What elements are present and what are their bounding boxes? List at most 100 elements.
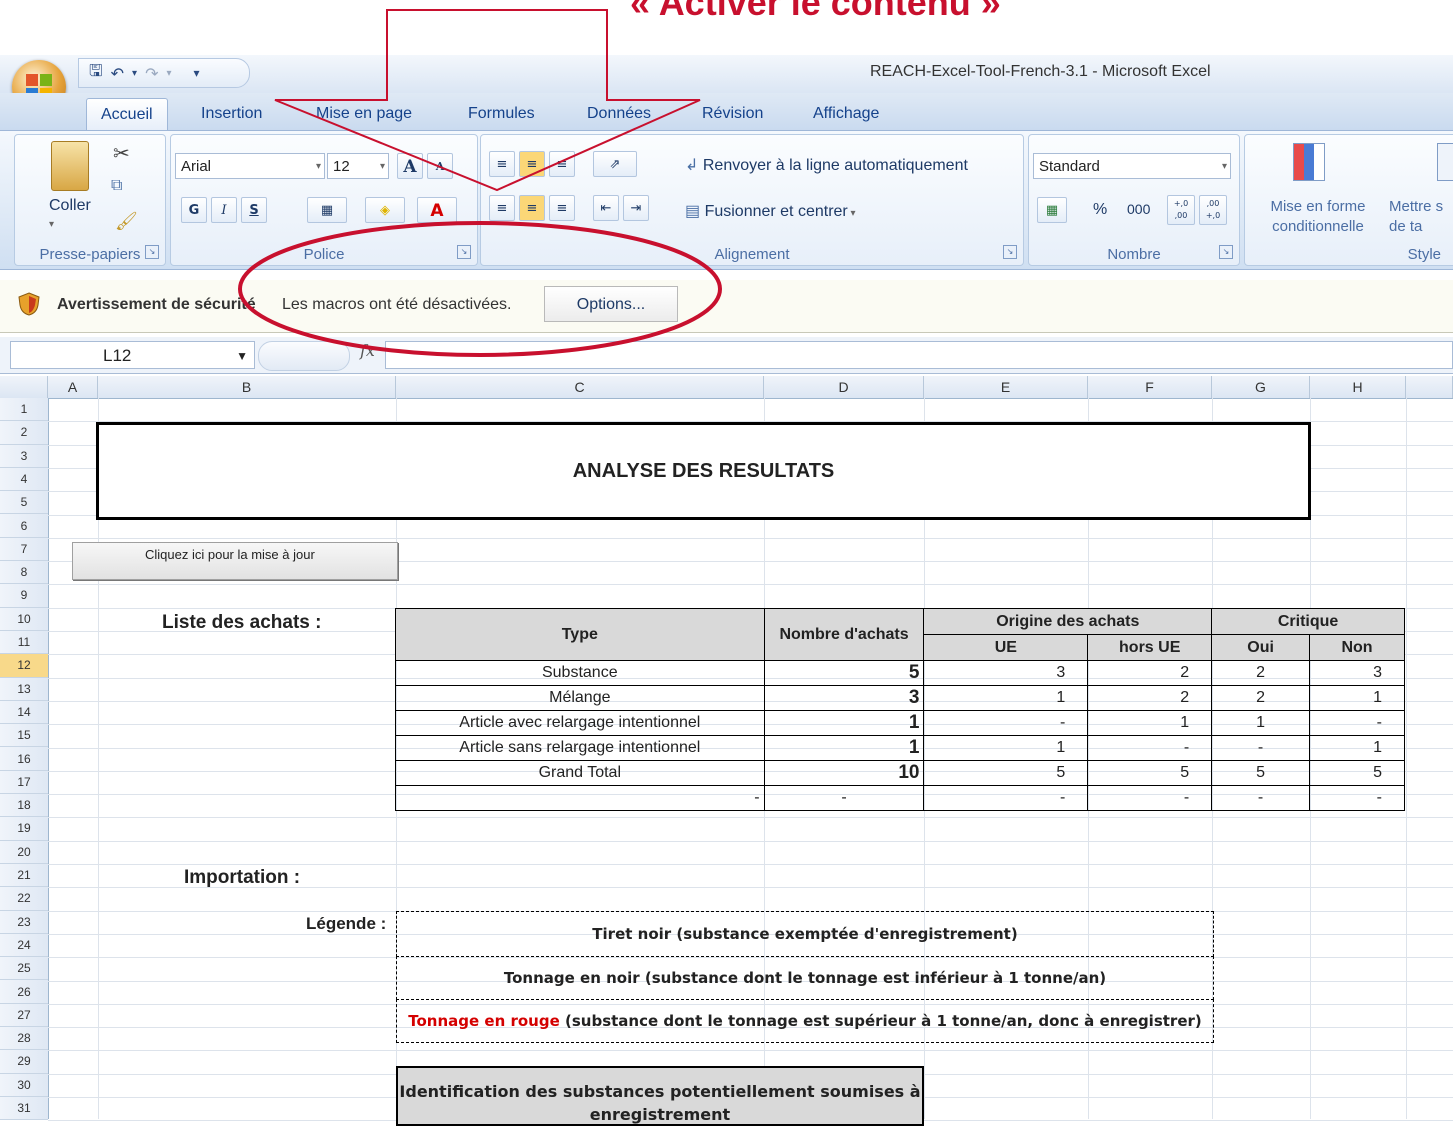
column-header-a[interactable]: A [48, 376, 98, 398]
align-center-icon[interactable]: ≡ [519, 195, 545, 221]
row-header-14[interactable]: 14 [0, 701, 48, 725]
paste-icon[interactable] [51, 141, 89, 191]
cell-count[interactable]: 1 [763, 710, 925, 736]
cell-type[interactable]: Mélange [395, 685, 765, 711]
alignment-launcher-icon[interactable]: ↘ [1003, 245, 1017, 259]
format-table-button[interactable]: Mettre s de ta [1389, 197, 1453, 237]
align-right-icon[interactable]: ≡ [549, 195, 575, 221]
row-header-11[interactable]: 11 [0, 631, 48, 655]
font-color-button[interactable]: A [417, 197, 457, 223]
cell-count[interactable]: 5 [763, 660, 925, 686]
cell-yes[interactable]: 2 [1211, 660, 1311, 686]
row-header-25[interactable]: 25 [0, 957, 48, 981]
cell-yes[interactable]: - [1211, 735, 1311, 761]
cell-non-eu[interactable]: 2 [1087, 660, 1213, 686]
chevron-down-icon[interactable]: ▾ [166, 68, 171, 79]
clipboard-launcher-icon[interactable]: ↘ [145, 245, 159, 259]
row-header-29[interactable]: 29 [0, 1050, 48, 1074]
cell-eu[interactable]: 1 [923, 735, 1089, 761]
orientation-icon[interactable]: ⇗ [593, 151, 637, 177]
row-header-5[interactable]: 5 [0, 491, 48, 515]
cell-no[interactable]: 1 [1309, 685, 1405, 711]
font-launcher-icon[interactable]: ↘ [457, 245, 471, 259]
conditional-format-icon[interactable] [1293, 143, 1325, 181]
font-name-select[interactable]: Arial ▾ [175, 153, 325, 179]
tab-mise-en-page[interactable]: Mise en page [302, 98, 426, 130]
select-all-corner[interactable] [0, 376, 48, 398]
redo-icon[interactable]: ↷ [145, 64, 158, 83]
thousands-button[interactable]: 000 [1127, 201, 1150, 217]
row-header-13[interactable]: 13 [0, 678, 48, 701]
cell-type[interactable]: Article avec relargage intentionnel [395, 710, 765, 736]
undo-icon[interactable]: ↶ [111, 64, 124, 83]
grow-font-button[interactable]: A [397, 153, 423, 179]
column-header-c[interactable]: C [396, 376, 764, 398]
column-header-g[interactable]: G [1212, 376, 1310, 398]
format-table-icon[interactable] [1437, 143, 1453, 181]
row-header-3[interactable]: 3 [0, 445, 48, 468]
align-top-icon[interactable]: ≡ [489, 151, 515, 177]
formula-bar-splitter[interactable] [258, 341, 350, 371]
cell-no[interactable]: - [1309, 785, 1405, 811]
row-header-27[interactable]: 27 [0, 1004, 48, 1028]
chevron-down-icon[interactable]: ▾ [49, 219, 54, 230]
font-size-select[interactable]: 12 ▾ [327, 153, 389, 179]
column-header-h[interactable]: H [1310, 376, 1406, 398]
paste-button[interactable]: Coller [49, 197, 91, 215]
row-header-2[interactable]: 2 [0, 421, 48, 445]
row-header-9[interactable]: 9 [0, 584, 48, 608]
cell-type[interactable]: Grand Total [395, 760, 765, 786]
row-header-4[interactable]: 4 [0, 468, 48, 492]
column-header-e[interactable]: E [924, 376, 1088, 398]
increase-indent-icon[interactable]: ⇥ [623, 195, 649, 221]
cell-non-eu[interactable]: - [1087, 735, 1213, 761]
cell-non-eu[interactable]: 1 [1087, 710, 1213, 736]
name-box[interactable]: L12 ▼ [10, 341, 255, 369]
percent-button[interactable]: % [1093, 201, 1107, 219]
decrease-decimal-button[interactable]: ,00 +,0 [1199, 195, 1227, 225]
insert-function-icon[interactable]: fx [360, 341, 375, 360]
row-header-17[interactable]: 17 [0, 771, 48, 795]
cut-icon[interactable]: ✂ [113, 141, 130, 165]
underline-button[interactable]: S [241, 197, 267, 223]
column-header-b[interactable]: B [98, 376, 396, 398]
row-header-7[interactable]: 7 [0, 538, 48, 562]
row-header-21[interactable]: 21 [0, 864, 48, 888]
currency-icon[interactable]: ▦ [1037, 197, 1067, 223]
cell-non-eu[interactable]: 5 [1087, 760, 1213, 786]
cell-yes[interactable]: 2 [1211, 685, 1311, 711]
cell-eu[interactable]: 5 [923, 760, 1089, 786]
row-header-8[interactable]: 8 [0, 561, 48, 585]
decrease-indent-icon[interactable]: ⇤ [593, 195, 619, 221]
cell-yes[interactable]: 1 [1211, 710, 1311, 736]
options-button[interactable]: Options... [544, 286, 678, 322]
row-header-16[interactable]: 16 [0, 748, 48, 771]
cell-count[interactable]: 10 [763, 760, 925, 786]
cell-no[interactable]: - [1309, 710, 1405, 736]
cell-yes[interactable]: - [1211, 785, 1311, 811]
update-button[interactable]: Cliquez ici pour la mise à jour [72, 542, 398, 580]
cell-non-eu[interactable]: 2 [1087, 685, 1213, 711]
cell-eu[interactable]: 3 [923, 660, 1089, 686]
cell-count[interactable]: - [763, 785, 925, 811]
tab-donnees[interactable]: Données [573, 98, 665, 130]
row-header-18[interactable]: 18 [0, 794, 48, 818]
row-header-22[interactable]: 22 [0, 887, 48, 911]
fill-color-button[interactable]: ◈ [365, 197, 405, 223]
row-header-31[interactable]: 31 [0, 1097, 48, 1121]
cell-yes[interactable]: 5 [1211, 760, 1311, 786]
cell-non-eu[interactable]: - [1087, 785, 1213, 811]
align-left-icon[interactable]: ≡ [489, 195, 515, 221]
cell-eu[interactable]: 1 [923, 685, 1089, 711]
cell-no[interactable]: 3 [1309, 660, 1405, 686]
number-launcher-icon[interactable]: ↘ [1219, 245, 1233, 259]
formula-input[interactable] [385, 341, 1453, 369]
row-header-28[interactable]: 28 [0, 1027, 48, 1051]
row-header-26[interactable]: 26 [0, 981, 48, 1004]
tab-accueil[interactable]: Accueil [86, 98, 168, 131]
cell-count[interactable]: 3 [763, 685, 925, 711]
merge-center-button[interactable]: ▤ Fusionner et centrer ▾ [685, 201, 856, 221]
cell-type[interactable]: - [395, 785, 765, 811]
increase-decimal-button[interactable]: +,0 ,00 [1167, 195, 1195, 225]
cell-no[interactable]: 5 [1309, 760, 1405, 786]
